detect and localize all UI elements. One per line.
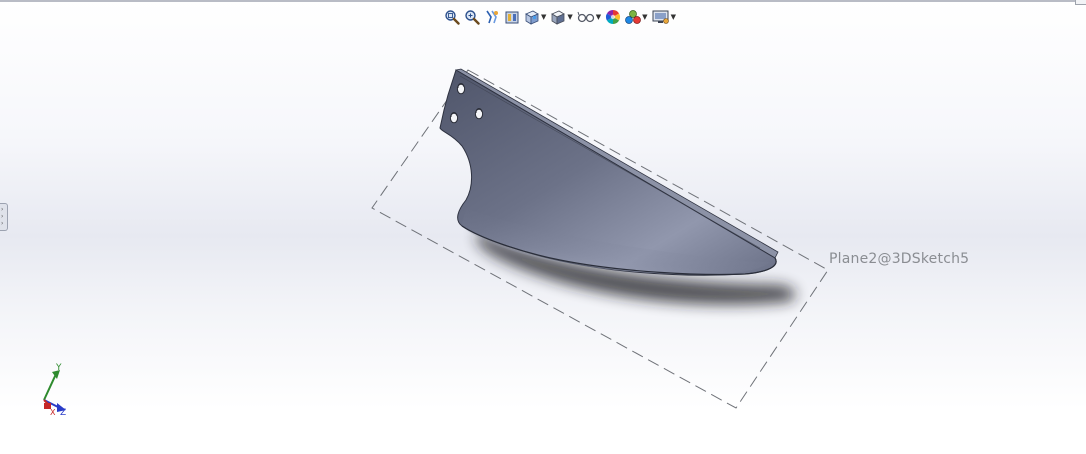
- graphics-area[interactable]: ▼ ▼ ▼ ▼ ▼ › › › Plane2@3DSketch5 Y X Z: [0, 0, 1086, 454]
- y-axis-label: Y: [55, 363, 62, 373]
- model-scene[interactable]: [0, 0, 1086, 454]
- z-axis-label: Z: [60, 408, 66, 418]
- plane-name-label[interactable]: Plane2@3DSketch5: [829, 251, 969, 267]
- mounting-hole[interactable]: [474, 108, 484, 120]
- reference-triad: Y X Z: [43, 363, 66, 418]
- x-axis-label: X: [50, 408, 56, 417]
- mounting-hole[interactable]: [449, 112, 459, 124]
- mounting-hole[interactable]: [456, 83, 466, 95]
